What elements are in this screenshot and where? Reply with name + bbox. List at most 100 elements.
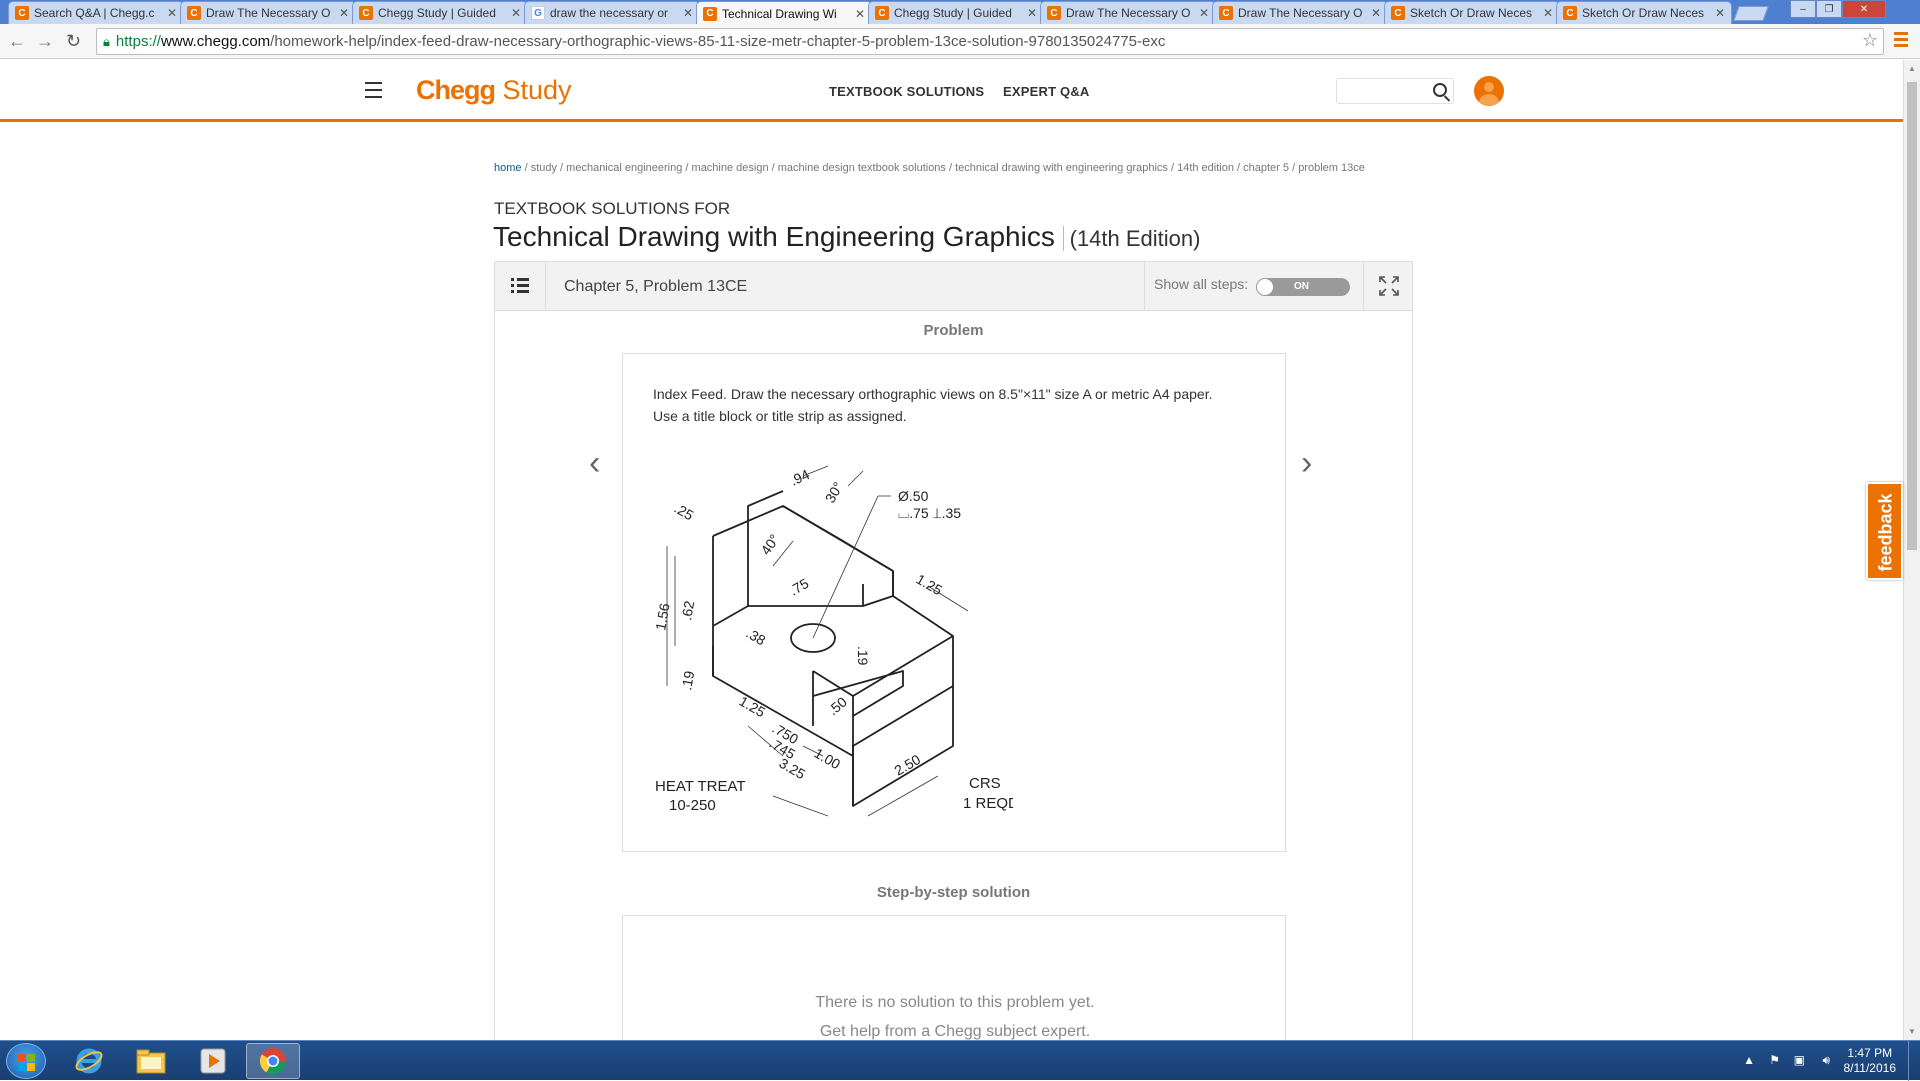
close-tab-icon[interactable]: ✕ xyxy=(1199,6,1209,20)
browser-tab-title: Search Q&A | Chegg.c xyxy=(34,6,155,20)
svg-text:Ø.50: Ø.50 xyxy=(898,488,929,504)
bookmark-star-icon[interactable]: ☆ xyxy=(1862,30,1878,51)
chegg-study-logo[interactable]: Chegg Study xyxy=(416,75,572,106)
close-tab-icon[interactable]: ✕ xyxy=(511,6,521,20)
breadcrumb-mechanical-engineering[interactable]: mechanical engineering xyxy=(566,162,682,174)
browser-tab-title: Chegg Study | Guided xyxy=(378,6,496,20)
svg-text:.19: .19 xyxy=(855,646,871,666)
svg-text:.62: .62 xyxy=(678,599,697,621)
lock-icon: 🔒︎ xyxy=(103,33,110,49)
browser-tab-title: Draw The Necessary O xyxy=(1238,6,1363,20)
svg-text:10-250: 10-250 xyxy=(669,797,716,814)
svg-text:30°: 30° xyxy=(822,479,846,505)
nav-textbook-solutions[interactable]: TEXTBOOK SOLUTIONS xyxy=(829,84,984,99)
solution-heading: Step-by-step solution xyxy=(876,884,1031,901)
nav-expert-qa[interactable]: EXPERT Q&A xyxy=(1003,84,1090,99)
tray-expand-icon[interactable]: ▲ xyxy=(1743,1053,1755,1067)
hamburger-menu-icon[interactable] xyxy=(365,82,382,103)
avatar[interactable] xyxy=(1474,76,1504,106)
breadcrumb-problem[interactable]: problem 13ce xyxy=(1298,162,1365,174)
browser-menu-icon[interactable] xyxy=(1894,32,1908,50)
clock[interactable]: 1:47 PM 8/11/2016 xyxy=(1844,1046,1897,1076)
file-explorer-icon[interactable] xyxy=(124,1043,178,1079)
isometric-part-drawing: .94 30° Ø.50 ⌴.75 ⊥.35 .25 40° 1.25 1.56… xyxy=(653,465,1013,817)
svg-text:2.50: 2.50 xyxy=(892,751,924,779)
minimize-button[interactable]: – xyxy=(1790,0,1816,18)
previous-problem-chevron-icon[interactable]: ‹ xyxy=(589,444,600,483)
close-tab-icon[interactable]: ✕ xyxy=(855,7,865,21)
get-help-link[interactable]: Get help from a Chegg subject expert. xyxy=(623,1023,1287,1041)
breadcrumb-machine-design[interactable]: machine design xyxy=(692,162,769,174)
back-icon[interactable]: ← xyxy=(8,31,26,52)
internet-explorer-icon[interactable] xyxy=(62,1043,116,1079)
svg-text:1.00: 1.00 xyxy=(812,745,844,773)
chapter-problem-label: Chapter 5, Problem 13CE xyxy=(564,278,748,295)
search-input[interactable] xyxy=(1336,78,1454,104)
windows-start-button[interactable] xyxy=(6,1043,46,1079)
new-tab-button[interactable] xyxy=(1733,6,1769,21)
chegg-favicon-icon: C xyxy=(1391,6,1405,20)
reload-icon[interactable]: ↻ xyxy=(66,31,81,52)
breadcrumb-chapter[interactable]: chapter 5 xyxy=(1243,162,1289,174)
svg-text:.50: .50 xyxy=(825,693,850,718)
action-center-flag-icon[interactable]: ⚑ xyxy=(1769,1053,1780,1067)
problem-text-line-1: Index Feed. Draw the necessary orthograp… xyxy=(653,386,1213,402)
close-tab-icon[interactable]: ✕ xyxy=(1543,6,1553,20)
browser-tab[interactable]: C Draw The Necessary O ✕ xyxy=(180,1,356,24)
svg-text:1.56: 1.56 xyxy=(653,602,673,632)
scrollbar-thumb[interactable] xyxy=(1907,82,1917,550)
problem-text-line-2: Use a title block or title strip as assi… xyxy=(653,408,907,424)
svg-text:40°: 40° xyxy=(757,531,782,558)
next-problem-chevron-icon[interactable]: › xyxy=(1301,444,1312,483)
forward-icon[interactable]: → xyxy=(36,31,54,52)
breadcrumb-textbook-solutions[interactable]: machine design textbook solutions xyxy=(778,162,946,174)
volume-icon[interactable]: 🔊︎ xyxy=(1822,1053,1830,1068)
chegg-favicon-icon: C xyxy=(1563,6,1577,20)
show-steps-label: Show all steps: xyxy=(1154,276,1249,292)
svg-text:⌴.75 ⊥.35: ⌴.75 ⊥.35 xyxy=(898,505,961,521)
browser-tab-title: Draw The Necessary O xyxy=(206,6,331,20)
close-tab-icon[interactable]: ✕ xyxy=(167,6,177,20)
browser-tab[interactable]: C Chegg Study | Guided ✕ xyxy=(868,1,1044,24)
clock-date: 8/11/2016 xyxy=(1843,1061,1897,1075)
chegg-favicon-icon: C xyxy=(1219,6,1233,20)
browser-tab-title: Technical Drawing Wi xyxy=(722,6,837,21)
media-player-icon[interactable] xyxy=(186,1043,240,1079)
breadcrumb-study[interactable]: study xyxy=(531,162,557,174)
browser-tab[interactable]: Gdraw the necessary or ✕ xyxy=(524,1,700,24)
browser-tab[interactable]: C Technical Drawing Wi ✕ xyxy=(696,1,872,25)
browser-tab[interactable]: C Sketch Or Draw Neces ✕ xyxy=(1384,1,1560,24)
svg-text:.25: .25 xyxy=(672,500,697,524)
svg-text:.75: .75 xyxy=(787,575,812,599)
fullscreen-expand-icon[interactable] xyxy=(1365,262,1412,310)
close-window-button[interactable]: ✕ xyxy=(1842,0,1886,18)
close-tab-icon[interactable]: ✕ xyxy=(1027,6,1037,20)
browser-tab[interactable]: C Chegg Study | Guided ✕ xyxy=(352,1,528,24)
close-tab-icon[interactable]: ✕ xyxy=(1371,6,1381,20)
browser-tab-title: Draw The Necessary O xyxy=(1066,6,1191,20)
browser-tab[interactable]: C Sketch Or Draw Neces ✕ xyxy=(1556,1,1732,24)
close-tab-icon[interactable]: ✕ xyxy=(1715,6,1725,20)
browser-tab[interactable]: C Search Q&A | Chegg.c ✕ xyxy=(8,1,184,24)
browser-tab[interactable]: C Draw The Necessary O ✕ xyxy=(1040,1,1216,24)
close-tab-icon[interactable]: ✕ xyxy=(339,6,349,20)
toggle-state: ON xyxy=(1294,281,1309,292)
svg-text:.94: .94 xyxy=(788,466,813,489)
chapter-list-icon[interactable] xyxy=(495,262,546,310)
close-tab-icon[interactable]: ✕ xyxy=(683,6,693,20)
chrome-icon[interactable] xyxy=(246,1043,300,1079)
feedback-tab[interactable]: feedback xyxy=(1866,482,1903,580)
search-icon[interactable] xyxy=(1433,83,1447,97)
restore-button[interactable]: ❐ xyxy=(1816,0,1842,18)
page-scrollbar[interactable]: ▲ ▼ xyxy=(1903,60,1920,1040)
network-icon[interactable]: ▣ xyxy=(1794,1053,1805,1067)
breadcrumb-book[interactable]: technical drawing with engineering graph… xyxy=(955,162,1168,174)
address-bar[interactable]: 🔒︎ https://www.chegg.com/homework-help/i… xyxy=(96,28,1884,55)
browser-tab[interactable]: C Draw The Necessary O ✕ xyxy=(1212,1,1388,24)
breadcrumb-edition[interactable]: 14th edition xyxy=(1177,162,1234,174)
chegg-favicon-icon: C xyxy=(187,6,201,20)
browser-tab-title: Sketch Or Draw Neces xyxy=(1410,6,1533,20)
show-steps-toggle[interactable]: ON xyxy=(1256,278,1350,296)
breadcrumb-home[interactable]: home xyxy=(494,162,522,174)
show-desktop-button[interactable] xyxy=(1908,1041,1920,1081)
